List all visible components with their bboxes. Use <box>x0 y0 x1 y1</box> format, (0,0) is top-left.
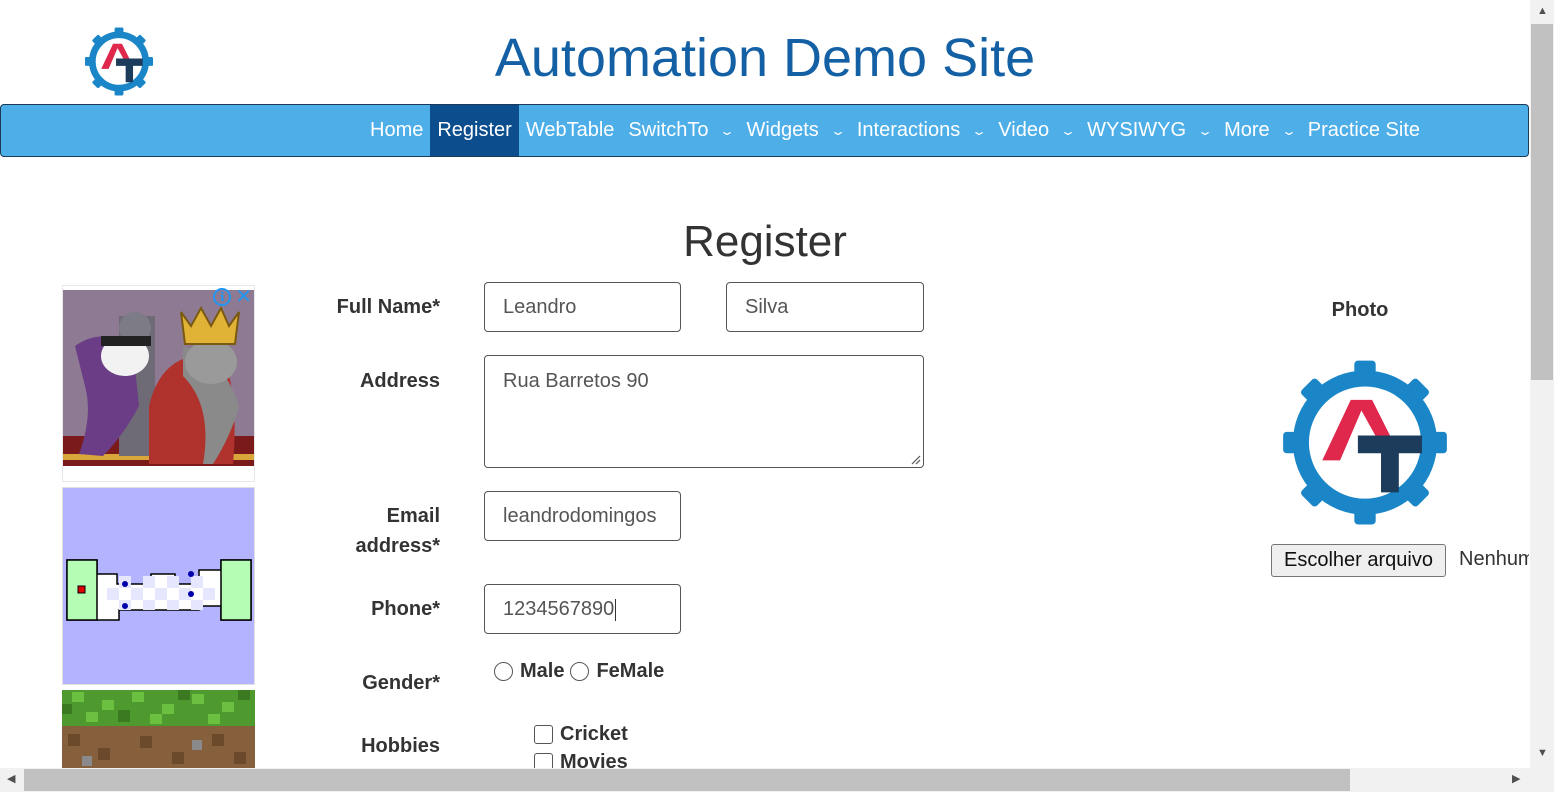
scroll-left-icon[interactable]: ◀ <box>7 774 15 785</box>
email-label-line2: address* <box>355 535 441 557</box>
file-status-text: Nenhum <box>1459 548 1529 570</box>
female-radio[interactable] <box>570 662 590 681</box>
hobby-cricket: Cricket <box>534 723 628 746</box>
chevron-down-icon: ⌄ <box>1060 123 1077 138</box>
resize-grip-icon[interactable] <box>909 453 921 465</box>
hobbies-label: Hobbies <box>361 735 440 757</box>
nav-item-video[interactable]: Video ⌄ <box>991 105 1080 156</box>
email-label-line1: Email <box>386 505 440 527</box>
photo-label: Photo <box>1331 299 1389 321</box>
ad-banner-blocks[interactable] <box>62 690 255 768</box>
nav-item-register[interactable]: Register <box>430 105 519 156</box>
nav-item-label: WebTable <box>525 119 615 141</box>
gender-label: Gender* <box>362 672 440 694</box>
scroll-up-icon[interactable]: ▲ <box>1537 6 1548 17</box>
phone-label: Phone* <box>371 598 440 620</box>
page-title: Register <box>683 217 847 266</box>
nav-item-label: WYSIWYG <box>1087 119 1187 141</box>
horizontal-scroll-thumb[interactable] <box>24 769 1350 791</box>
nav-item-label: Video <box>998 119 1050 141</box>
nav-item-label: More <box>1224 119 1270 141</box>
nav-item-label: Interactions <box>856 119 961 141</box>
nav-item-home[interactable]: Home <box>363 105 430 156</box>
nav-item-label: Practice Site <box>1307 119 1420 141</box>
email-label: Email address* <box>240 501 441 561</box>
nav-item-wysiwyg[interactable]: WYSIWYG ⌄ <box>1080 105 1217 156</box>
phone-value: 1234567890 <box>503 598 615 620</box>
address-label: Address <box>359 370 440 392</box>
profile-photo <box>1283 360 1447 525</box>
vertical-scrollbar[interactable]: ▲ ▼ <box>1530 0 1554 768</box>
chevron-down-icon: ⌄ <box>1280 123 1297 138</box>
ad-banner-puzzle[interactable] <box>62 487 255 685</box>
nav-item-label: SwitchTo <box>628 119 709 141</box>
nav-item-more[interactable]: More ⌄ <box>1217 105 1301 156</box>
chevron-down-icon: ⌄ <box>971 123 988 138</box>
male-radio-label: Male <box>520 660 565 682</box>
chevron-down-icon: ⌄ <box>1197 123 1214 138</box>
address-value: Rua Barretos 90 <box>503 370 649 392</box>
chevron-down-icon: ⌄ <box>719 123 736 138</box>
vertical-scroll-thumb[interactable] <box>1531 24 1553 380</box>
nav-item-interactions[interactable]: Interactions ⌄ <box>850 105 991 156</box>
blocks-ad-image <box>62 690 255 768</box>
ad-banner-cartoon[interactable]: i ✕ <box>62 285 255 482</box>
gender-radio-group: Male FeMale <box>494 660 664 683</box>
nav-item-label: Register <box>437 119 512 141</box>
text-caret <box>615 598 617 621</box>
male-radio[interactable] <box>494 662 513 681</box>
nav-item-widgets[interactable]: Widgets ⌄ <box>740 105 850 156</box>
info-icon[interactable]: i <box>213 288 232 306</box>
scroll-right-icon[interactable]: ▶ <box>1512 774 1520 785</box>
puzzle-ad-image <box>63 488 254 684</box>
cricket-checkbox[interactable] <box>534 725 553 744</box>
cartoon-ad-image <box>63 286 254 481</box>
female-radio-label: FeMale <box>596 660 665 682</box>
nav-item-label: Home <box>370 119 424 141</box>
address-textarea[interactable]: Rua Barretos 90 <box>484 355 924 468</box>
choose-file-button[interactable]: Escolher arquivo <box>1271 544 1446 577</box>
nav-item-webtable[interactable]: WebTable <box>519 105 622 156</box>
nav-items: Home Register WebTable SwitchTo ⌄ Widgets ⌄ Int… <box>363 105 1427 156</box>
cricket-label: Cricket <box>560 723 628 745</box>
first-name-input[interactable]: Leandro <box>484 282 681 332</box>
phone-input[interactable]: 1234567890 <box>484 584 681 634</box>
nav-item-switchto[interactable]: SwitchTo ⌄ <box>621 105 739 156</box>
nav-item-label: Widgets <box>746 119 819 141</box>
main-navbar: Home Register WebTable SwitchTo ⌄ Widgets ⌄ Int… <box>0 104 1529 157</box>
scroll-down-icon[interactable]: ▼ <box>1537 748 1548 759</box>
horizontal-scrollbar[interactable]: ◀ ▶ <box>0 768 1554 792</box>
email-input[interactable]: leandrodomingos <box>484 491 681 541</box>
nav-item-practice-site[interactable]: Practice Site <box>1301 105 1427 156</box>
full-name-label: Full Name* <box>336 296 440 318</box>
chevron-down-icon: ⌄ <box>829 123 846 138</box>
last-name-input[interactable]: Silva <box>726 282 924 332</box>
site-title: Automation Demo Site <box>494 28 1036 88</box>
